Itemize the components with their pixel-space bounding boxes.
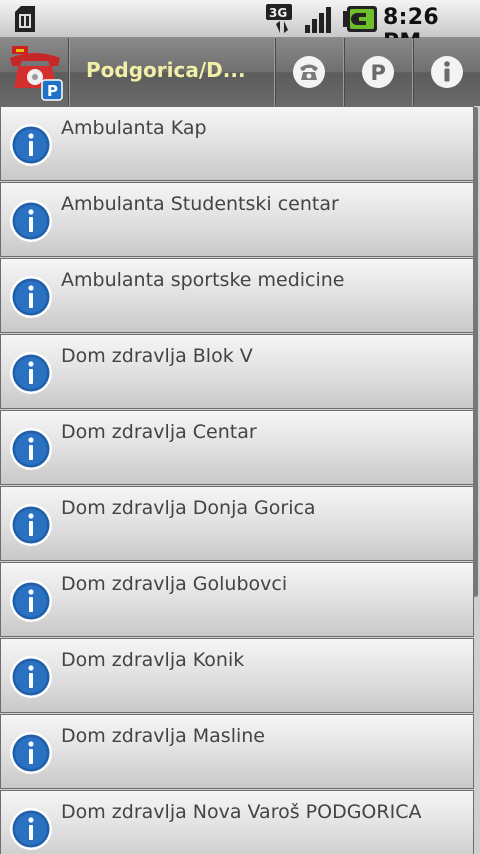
info-icon[interactable] xyxy=(9,427,53,471)
list-item-label: Dom zdravlja Golubovci xyxy=(61,573,288,595)
institution-list[interactable]: Ambulanta Kap Ambulanta Studentski centa… xyxy=(0,106,480,854)
list-item-label: Ambulanta Studentski centar xyxy=(61,193,339,215)
info-icon[interactable] xyxy=(9,731,53,775)
svg-text:P: P xyxy=(371,61,386,85)
list-item[interactable]: Dom zdravlja Masline xyxy=(0,714,474,789)
title-separator xyxy=(68,38,69,106)
parking-icon: P xyxy=(362,56,394,88)
phone-icon xyxy=(293,56,325,88)
list-item-label: Dom zdravlja Donja Gorica xyxy=(61,497,316,519)
info-icon[interactable] xyxy=(9,503,53,547)
list-item-label: Dom zdravlja Masline xyxy=(61,725,265,747)
info-icon xyxy=(431,56,463,88)
list-item[interactable]: Dom zdravlja Donja Gorica xyxy=(0,486,474,561)
list-item[interactable]: Dom zdravlja Blok V xyxy=(0,334,474,409)
list-item-label: Ambulanta Kap xyxy=(61,117,207,139)
list-item[interactable]: Dom zdravlja Nova Varoš PODGORICA xyxy=(0,790,474,854)
list-item[interactable]: Ambulanta sportske medicine xyxy=(0,258,474,333)
battery-charging-icon xyxy=(343,6,377,32)
list-item[interactable]: Ambulanta Kap xyxy=(0,106,474,181)
list-item[interactable]: Dom zdravlja Konik xyxy=(0,638,474,713)
list-item-label: Dom zdravlja Blok V xyxy=(61,345,253,367)
info-icon[interactable] xyxy=(9,351,53,395)
list-item[interactable]: Ambulanta Studentski centar xyxy=(0,182,474,257)
list-scrollbar[interactable] xyxy=(473,107,478,597)
svg-text:P: P xyxy=(47,82,58,100)
info-icon[interactable] xyxy=(9,199,53,243)
list-item[interactable]: Dom zdravlja Centar xyxy=(0,410,474,485)
page-title: Podgorica/D... xyxy=(86,58,246,82)
app-icon-button[interactable]: P xyxy=(0,38,68,106)
title-bar: P Podgorica/D... P xyxy=(0,38,480,106)
info-icon[interactable] xyxy=(9,655,53,699)
svg-text:3G: 3G xyxy=(269,6,287,20)
info-icon[interactable] xyxy=(9,275,53,319)
info-icon[interactable] xyxy=(9,123,53,167)
info-icon[interactable] xyxy=(9,579,53,623)
list-item-label: Dom zdravlja Konik xyxy=(61,649,245,671)
signal-strength-icon xyxy=(305,7,331,33)
3g-data-icon: 3G xyxy=(266,4,292,33)
sim-card-icon xyxy=(15,6,35,32)
list-item-label: Dom zdravlja Nova Varoš PODGORICA xyxy=(61,801,422,823)
info-icon[interactable] xyxy=(9,807,53,851)
list-item-label: Dom zdravlja Centar xyxy=(61,421,257,443)
list-item[interactable]: Dom zdravlja Golubovci xyxy=(0,562,474,637)
info-button[interactable] xyxy=(412,38,480,106)
phone-button[interactable] xyxy=(274,38,342,106)
phone-parking-app-icon: P xyxy=(10,46,63,101)
status-bar: 3G 8:26 PM xyxy=(0,0,480,55)
parking-button[interactable]: P xyxy=(343,38,411,106)
list-item-label: Ambulanta sportske medicine xyxy=(61,269,345,291)
